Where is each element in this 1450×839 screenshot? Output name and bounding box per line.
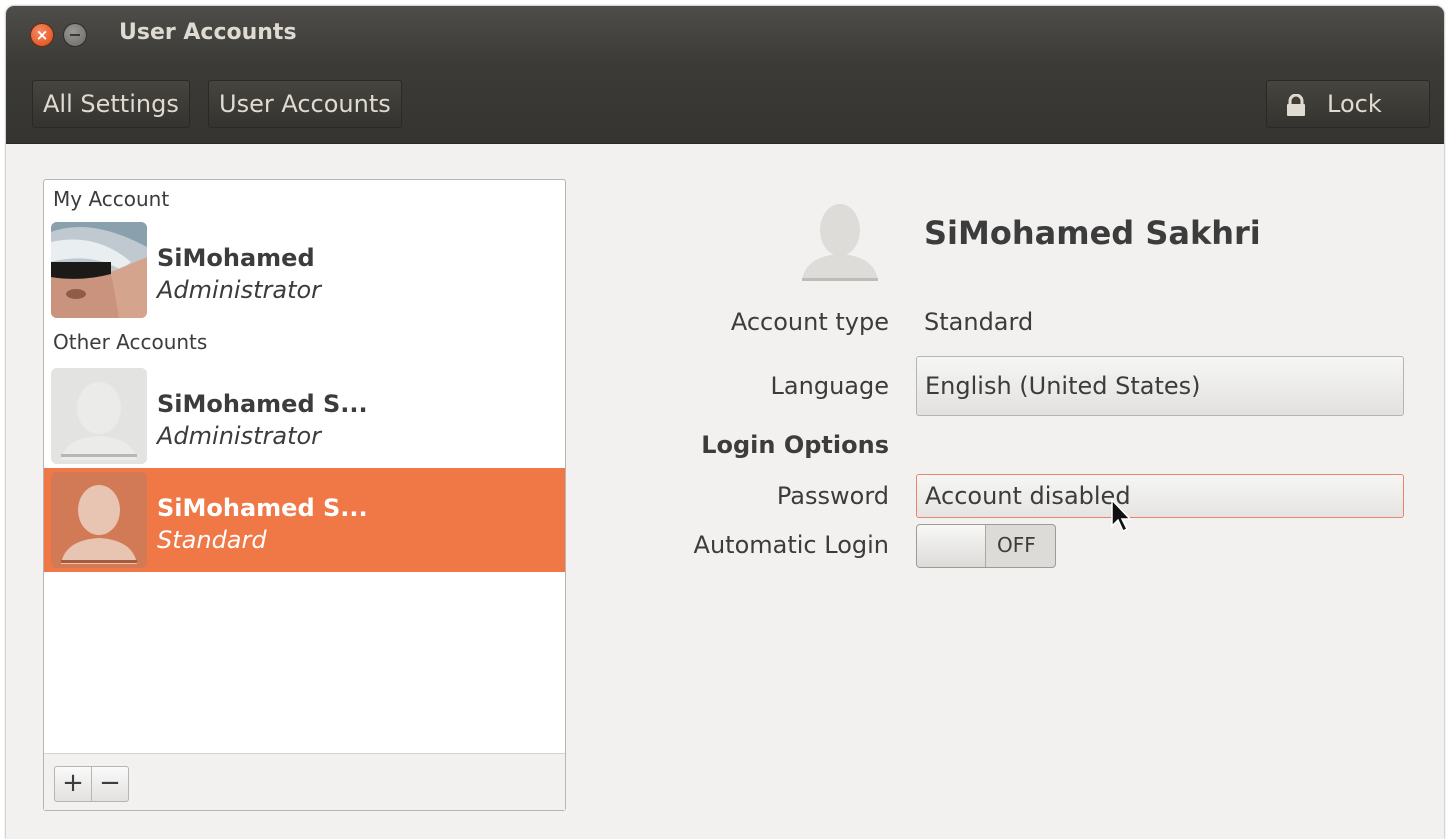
account-type-label: Account type bbox=[730, 308, 889, 336]
language-field[interactable]: English (United States) bbox=[916, 356, 1404, 416]
close-window-button[interactable]: × bbox=[30, 23, 54, 47]
login-options-heading: Login Options bbox=[701, 431, 889, 459]
lock-button[interactable]: Lock bbox=[1266, 80, 1430, 128]
minimize-window-button[interactable] bbox=[63, 23, 87, 47]
toolbar: All Settings User Accounts Lock bbox=[6, 62, 1444, 144]
account-type-value[interactable]: Standard bbox=[924, 308, 1033, 336]
add-user-button[interactable]: + bbox=[54, 766, 92, 802]
title-bar: × User Accounts bbox=[6, 6, 1444, 62]
mouse-pointer-icon bbox=[1111, 498, 1132, 533]
switch-state-text: OFF bbox=[997, 533, 1036, 557]
switch-knob[interactable] bbox=[917, 525, 986, 567]
accounts-list: My Account SiMohamed Administrator Other… bbox=[43, 179, 566, 811]
window-title: User Accounts bbox=[119, 20, 297, 45]
automatic-login-switch[interactable]: OFF bbox=[916, 524, 1056, 568]
photo-avatar bbox=[51, 222, 147, 318]
account-item-simohamed-s-admin[interactable]: SiMohamed S... Administrator bbox=[44, 364, 565, 468]
user-avatar-icon[interactable] bbox=[796, 196, 884, 284]
default-avatar-icon bbox=[51, 472, 147, 568]
account-item-simohamed-s-standard[interactable]: SiMohamed S... Standard bbox=[44, 468, 565, 572]
lock-label: Lock bbox=[1327, 90, 1382, 118]
account-role: Administrator bbox=[157, 276, 322, 304]
default-avatar-icon bbox=[51, 368, 147, 464]
language-label: Language bbox=[770, 372, 889, 400]
remove-user-button[interactable]: − bbox=[91, 766, 129, 802]
section-my-account: My Account bbox=[53, 187, 170, 211]
account-name: SiMohamed bbox=[157, 244, 315, 272]
account-role: Administrator bbox=[157, 422, 322, 450]
password-label: Password bbox=[776, 482, 889, 510]
automatic-login-label: Automatic Login bbox=[693, 531, 889, 559]
breadcrumb-user-accounts[interactable]: User Accounts bbox=[208, 80, 402, 128]
account-name: SiMohamed S... bbox=[157, 494, 368, 522]
user-full-name[interactable]: SiMohamed Sakhri bbox=[924, 214, 1261, 252]
section-other-accounts: Other Accounts bbox=[53, 330, 208, 354]
user-accounts-window: × User Accounts All Settings User Accoun… bbox=[6, 6, 1444, 839]
list-toolbar: + − bbox=[44, 753, 565, 810]
account-role: Standard bbox=[157, 526, 267, 554]
account-item-simohamed[interactable]: SiMohamed Administrator bbox=[44, 218, 565, 322]
lock-icon bbox=[1287, 94, 1305, 116]
account-name: SiMohamed S... bbox=[157, 390, 368, 418]
password-field[interactable]: Account disabled bbox=[916, 474, 1404, 518]
breadcrumb-all-settings[interactable]: All Settings bbox=[32, 80, 190, 128]
